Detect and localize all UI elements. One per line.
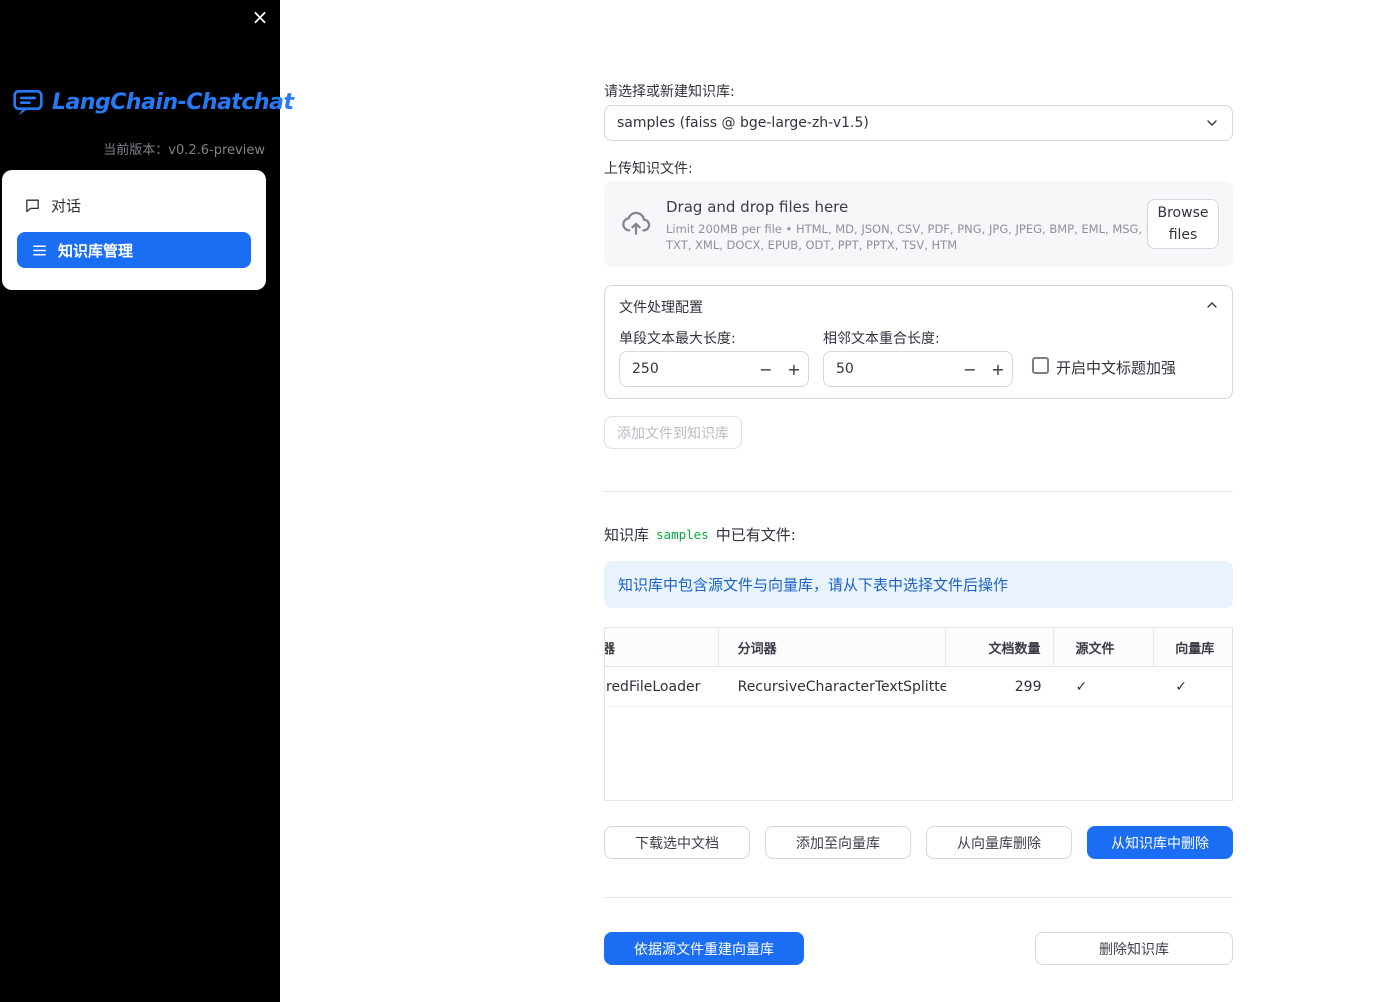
sidebar-menu: 对话 知识库管理 xyxy=(2,170,266,290)
kb-name-code: samples xyxy=(656,527,709,542)
kb-select[interactable]: samples (faiss @ bge-large-zh-v1.5) xyxy=(604,105,1233,141)
cell-vector-check: ✓ xyxy=(1175,678,1187,695)
zh-title-enhance-label: 开启中文标题加强 xyxy=(1056,359,1177,377)
overlap-plus-button[interactable]: + xyxy=(984,352,1012,386)
sidebar-item-label: 知识库管理 xyxy=(58,241,134,260)
main-content: 请选择或新建知识库: samples (faiss @ bge-large-zh… xyxy=(604,0,1233,1002)
chunk-size-label: 单段文本最大长度: xyxy=(619,331,736,347)
rebuild-vector-store-button[interactable]: 依据源文件重建向量库 xyxy=(604,932,804,965)
table-header-row: 器 分词器 文档数量 源文件 向量库 xyxy=(605,628,1232,667)
kb-select-value: samples (faiss @ bge-large-zh-v1.5) xyxy=(617,115,869,131)
dropzone-title: Drag and drop files here xyxy=(666,198,849,216)
col-vector-store[interactable]: 向量库 xyxy=(1154,628,1232,666)
cell-loader: redFileLoader xyxy=(606,678,701,695)
cell-doc-count: 299 xyxy=(1014,678,1042,695)
existing-prefix: 知识库 xyxy=(604,526,650,544)
delete-from-kb-button[interactable]: 从知识库中删除 xyxy=(1087,826,1233,859)
divider xyxy=(604,491,1233,492)
chat-bubble-icon xyxy=(24,197,41,214)
col-source-file[interactable]: 源文件 xyxy=(1054,628,1155,666)
overlap-size-field[interactable] xyxy=(824,361,956,377)
app: × LangChain-Chatchat 当前版本：v0.2.6-preview xyxy=(0,0,1380,1002)
chunk-size-field[interactable] xyxy=(620,361,752,377)
overlap-size-input: − + xyxy=(823,351,1013,387)
chevron-down-icon xyxy=(1204,115,1220,131)
file-dropzone[interactable]: Drag and drop files here Limit 200MB per… xyxy=(604,181,1233,267)
logo: LangChain-Chatchat xyxy=(12,86,294,118)
add-to-vector-store-button[interactable]: 添加至向量库 xyxy=(765,826,911,859)
sidebar-item-dialogue[interactable]: 对话 xyxy=(24,194,81,216)
col-loader[interactable]: 器 xyxy=(605,628,719,666)
add-files-button[interactable]: 添加文件到知识库 xyxy=(604,416,742,449)
chat-logo-icon xyxy=(12,86,44,118)
expander-title[interactable]: 文件处理配置 xyxy=(619,297,703,317)
existing-files-line: 知识库 samples 中已有文件: xyxy=(604,524,796,545)
chunk-size-input: − + xyxy=(619,351,809,387)
sidebar-item-label: 对话 xyxy=(51,196,82,215)
delete-kb-button[interactable]: 删除知识库 xyxy=(1035,932,1233,965)
cell-splitter: RecursiveCharacterTextSplitter xyxy=(737,678,946,695)
chunk-minus-button[interactable]: − xyxy=(752,352,780,386)
sidebar-item-knowledge-base[interactable]: 知识库管理 xyxy=(17,232,251,268)
col-splitter[interactable]: 分词器 xyxy=(719,628,946,666)
file-config-expander: 文件处理配置 单段文本最大长度: − + 相邻文本重合长度: − + 开启中文标… xyxy=(604,285,1233,399)
delete-from-vector-store-button[interactable]: 从向量库删除 xyxy=(926,826,1072,859)
browse-files-button[interactable]: Browse files xyxy=(1147,199,1219,249)
upload-label: 上传知识文件: xyxy=(604,161,693,177)
info-banner: 知识库中包含源文件与向量库，请从下表中选择文件后操作 xyxy=(604,561,1233,608)
cell-source-check: ✓ xyxy=(1075,678,1088,695)
table-row[interactable]: redFileLoader RecursiveCharacterTextSpli… xyxy=(605,667,1232,707)
dropzone-limit-line2: TXT, XML, DOCX, EPUB, ODT, PPT, PPTX, TS… xyxy=(666,238,958,252)
logo-text: LangChain-Chatchat xyxy=(52,89,294,115)
dropzone-limit-line1: Limit 200MB per file • HTML, MD, JSON, C… xyxy=(666,222,1200,236)
files-table: 器 分词器 文档数量 源文件 向量库 redFileLoader Recursi… xyxy=(604,627,1233,801)
chunk-plus-button[interactable]: + xyxy=(780,352,808,386)
chevron-up-icon[interactable] xyxy=(1204,297,1220,313)
close-icon[interactable]: × xyxy=(248,5,272,29)
kb-select-label: 请选择或新建知识库: xyxy=(604,84,735,100)
zh-title-enhance-checkbox[interactable] xyxy=(1032,357,1049,374)
list-icon xyxy=(31,242,48,259)
overlap-minus-button[interactable]: − xyxy=(956,352,984,386)
download-selected-button[interactable]: 下载选中文档 xyxy=(604,826,750,859)
existing-suffix: 中已有文件: xyxy=(715,526,796,544)
divider xyxy=(604,897,1233,898)
overlap-size-label: 相邻文本重合长度: xyxy=(823,331,940,347)
col-doc-count[interactable]: 文档数量 xyxy=(946,628,1054,666)
cloud-upload-icon xyxy=(620,207,652,239)
sidebar: × LangChain-Chatchat 当前版本：v0.2.6-preview xyxy=(0,0,294,1002)
version-text: 当前版本：v0.2.6-preview xyxy=(103,143,265,158)
